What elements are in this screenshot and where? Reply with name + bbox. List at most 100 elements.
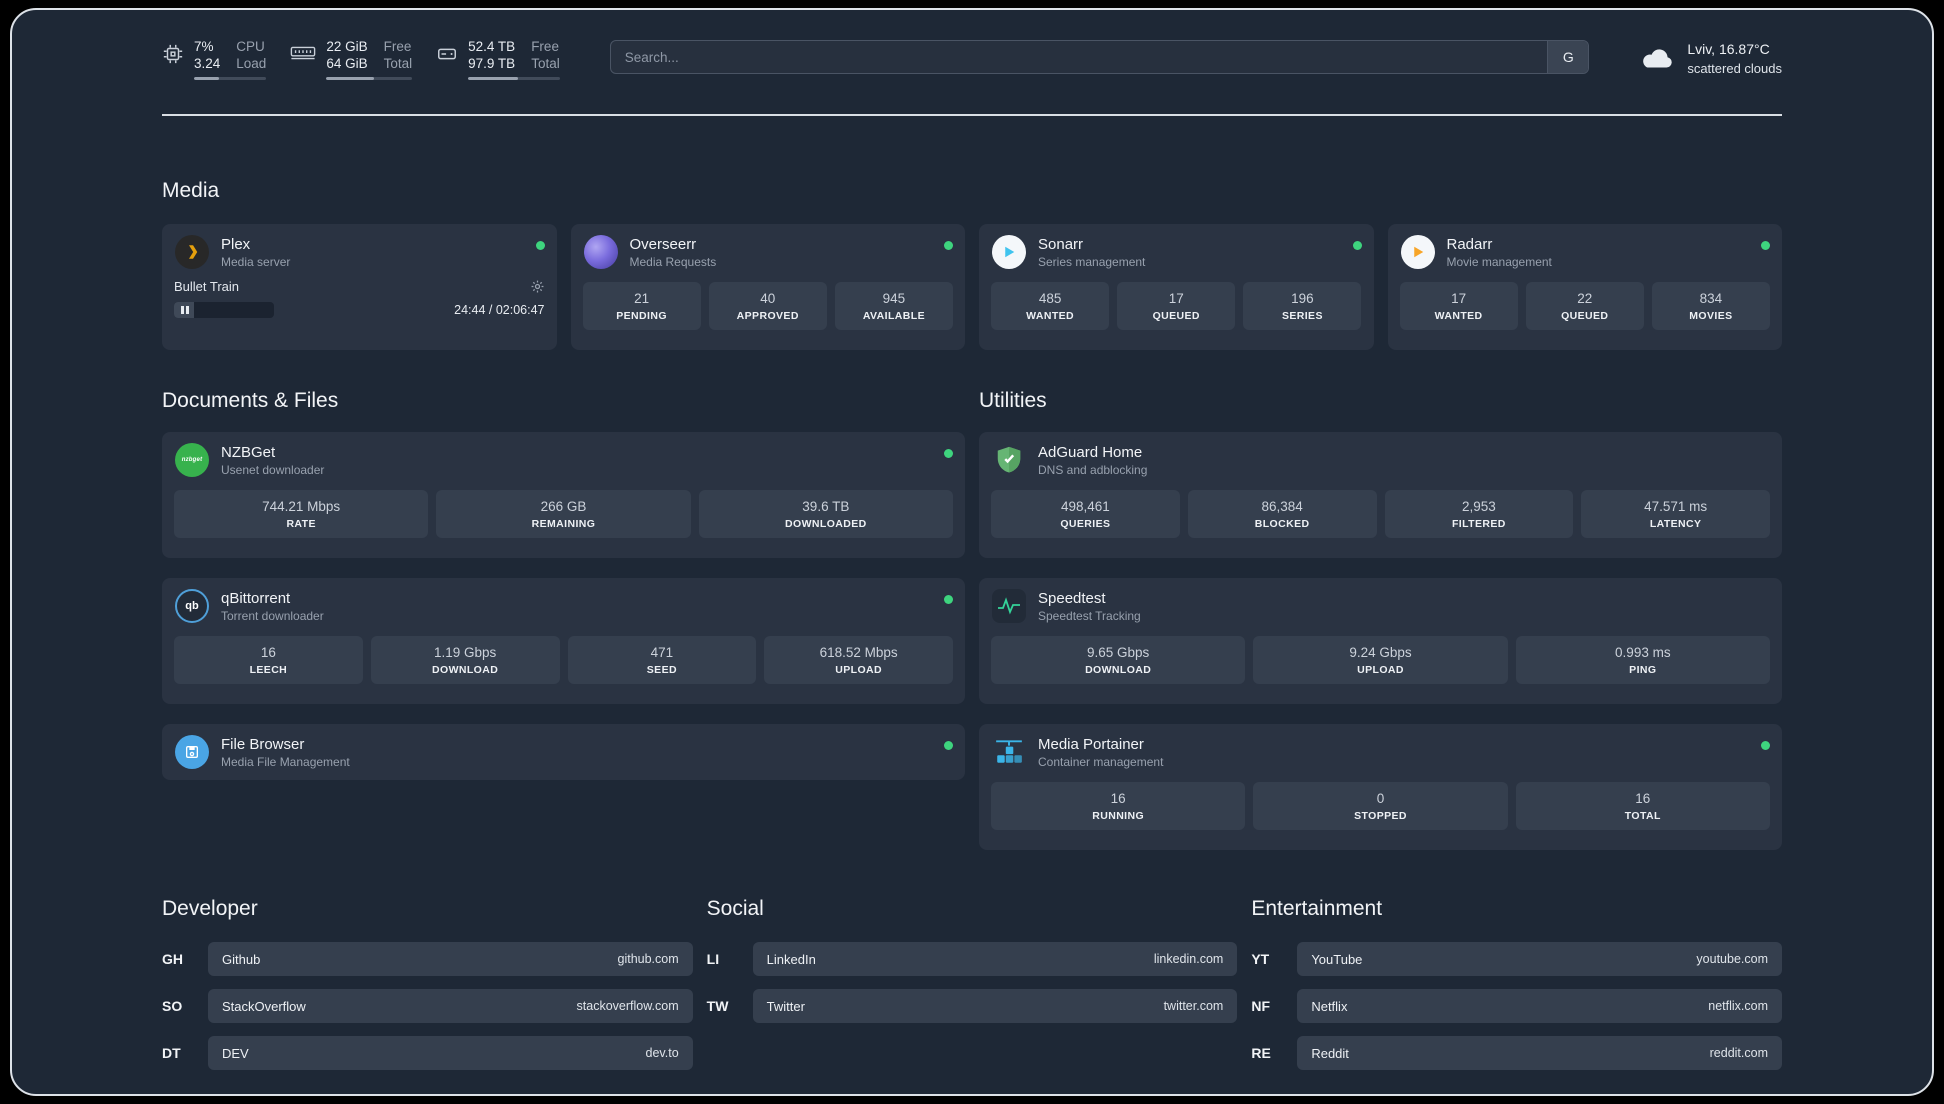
bookmark-link-twitter[interactable]: Twitter twitter.com: [752, 989, 1238, 1023]
section-title-social: Social: [706, 897, 764, 920]
cpu-icon: [162, 43, 184, 80]
disk-total-label: Total: [531, 56, 560, 71]
stat-ping: 0.993 ms PING: [1515, 636, 1770, 684]
cpu-load: 3.24: [194, 56, 221, 71]
documents-column: Documents & Files nzbget NZBGet Usenet d…: [162, 350, 965, 780]
stat-downloaded: 39.6 TB DOWNLOADED: [698, 490, 953, 538]
bookmark-linkedin: LI LinkedIn linkedin.com: [707, 942, 1238, 976]
status-dot: [1352, 241, 1362, 250]
search-provider-button[interactable]: G: [1547, 41, 1589, 73]
stat-stopped: 0 STOPPED: [1253, 782, 1508, 830]
playback-progress-bar[interactable]: [174, 302, 275, 318]
service-subtitle: Container management: [1038, 754, 1164, 769]
bookmark-abbr: TW: [706, 998, 729, 1014]
search-input[interactable]: [610, 41, 1548, 73]
bookmark-github: GH Github github.com: [162, 942, 693, 976]
cpu-bar: [194, 77, 267, 80]
bookmark-netflix: NF Netflix netflix.com: [1251, 989, 1782, 1023]
status-dot: [944, 595, 953, 604]
media-grid: Plex Media server Bullet Train 24:44 / 0…: [162, 224, 1782, 350]
service-card-speedtest[interactable]: Speedtest Speedtest Tracking 9.65 Gbps D…: [979, 578, 1782, 704]
service-card-plex[interactable]: Plex Media server Bullet Train 24:44 / 0…: [162, 224, 557, 350]
service-card-adguard[interactable]: AdGuard Home DNS and adblocking 498,461 …: [979, 432, 1782, 558]
section-title-utilities: Utilities: [979, 389, 1047, 412]
stat-blocked: 86,384 BLOCKED: [1187, 490, 1377, 538]
weather-location: Lviv, 16.87°C: [1687, 41, 1770, 57]
service-subtitle: Speedtest Tracking: [1038, 608, 1141, 623]
section-title-documents: Documents & Files: [162, 389, 339, 412]
service-card-nzbget[interactable]: nzbget NZBGet Usenet downloader 744.21 M…: [162, 432, 965, 558]
stat-pending: 21 PENDING: [582, 282, 701, 330]
status-dot: [1761, 741, 1770, 750]
service-card-qbittorrent[interactable]: qb qBittorrent Torrent downloader 16 LEE…: [162, 578, 965, 704]
stat-movies: 834 MOVIES: [1651, 282, 1770, 330]
cpu-widget: 7% 3.24 CPU Load: [162, 38, 267, 80]
bookmark-link-stackoverflow[interactable]: StackOverflow stackoverflow.com: [208, 989, 693, 1023]
bookmark-link-netflix[interactable]: Netflix netflix.com: [1297, 989, 1782, 1023]
service-card-portainer[interactable]: Media Portainer Container management 16 …: [979, 724, 1782, 850]
service-subtitle: Media File Management: [221, 754, 350, 769]
bookmark-abbr: SO: [162, 998, 183, 1014]
service-card-filebrowser[interactable]: File Browser Media File Management: [162, 724, 965, 780]
memory-bar: [326, 77, 413, 80]
stat-wanted: 485 WANTED: [991, 282, 1110, 330]
status-dot: [1761, 241, 1770, 250]
stat-approved: 40 APPROVED: [708, 282, 827, 330]
service-subtitle: Media server: [221, 254, 291, 269]
pause-icon[interactable]: [181, 302, 189, 318]
stat-available: 945 AVAILABLE: [834, 282, 953, 330]
bookmark-reddit: RE Reddit reddit.com: [1251, 1036, 1782, 1070]
qbittorrent-icon: qb: [174, 588, 210, 624]
dashboard-frame: 7% 3.24 CPU Load 22 GiB 64 GiB Free Tota…: [10, 8, 1934, 1096]
stat-rate: 744.21 Mbps RATE: [174, 490, 429, 538]
topbar: 7% 3.24 CPU Load 22 GiB 64 GiB Free Tota…: [12, 10, 1932, 80]
status-dot: [944, 241, 953, 250]
disk-free: 52.4 TB: [468, 39, 516, 54]
gear-icon[interactable]: [530, 279, 545, 294]
service-subtitle: Series management: [1038, 254, 1146, 269]
bookmark-link-youtube[interactable]: YouTube youtube.com: [1297, 942, 1782, 976]
bookmark-stackoverflow: SO StackOverflow stackoverflow.com: [162, 989, 693, 1023]
memory-free-label: Free: [383, 39, 412, 54]
stat-seed: 471 SEED: [567, 636, 757, 684]
bookmark-link-reddit[interactable]: Reddit reddit.com: [1297, 1036, 1782, 1070]
stat-leech: 16 LEECH: [174, 636, 363, 684]
service-subtitle: Media Requests: [629, 254, 717, 269]
bookmark-twitter: TW Twitter twitter.com: [707, 989, 1238, 1023]
stat-queued: 17 QUEUED: [1117, 282, 1236, 330]
section-title-entertainment: Entertainment: [1251, 897, 1383, 920]
status-dot: [535, 241, 545, 250]
bookmark-link-github[interactable]: Github github.com: [208, 942, 693, 976]
service-card-radarr[interactable]: Radarr Movie management 17 WANTED 22 QUE…: [1387, 224, 1782, 350]
service-subtitle: DNS and adblocking: [1038, 462, 1148, 477]
bookmark-abbr: RE: [1251, 1045, 1271, 1061]
status-dot: [944, 741, 953, 750]
filebrowser-icon: [174, 734, 210, 770]
bookmark-link-dev[interactable]: DEV dev.to: [208, 1036, 693, 1070]
service-card-overseerr[interactable]: Overseerr Media Requests 21 PENDING 40 A…: [570, 224, 965, 350]
disk-widget: 52.4 TB 97.9 TB Free Total: [436, 38, 560, 80]
nzbget-icon: nzbget: [174, 442, 210, 478]
topbar-divider: [162, 114, 1782, 116]
service-name: Overseerr: [629, 235, 697, 253]
service-name: Sonarr: [1038, 235, 1084, 253]
weather-widget: Lviv, 16.87°C scattered clouds: [1639, 40, 1782, 78]
service-card-sonarr[interactable]: Sonarr Series management 485 WANTED 17 Q…: [979, 224, 1374, 350]
stat-filtered: 2,953 FILTERED: [1384, 490, 1574, 538]
cpu-label: CPU: [236, 39, 265, 54]
sonarr-icon: [991, 234, 1027, 270]
memory-total-label: Total: [383, 56, 413, 71]
service-subtitle: Movie management: [1446, 254, 1552, 269]
service-subtitle: Usenet downloader: [221, 462, 325, 477]
bookmarks-social: Social LI LinkedIn linkedin.com TW Twitt…: [707, 896, 1238, 1083]
stat-upload: 9.24 Gbps UPLOAD: [1253, 636, 1508, 684]
stat-queries: 498,461 QUERIES: [991, 490, 1180, 538]
disk-bar: [468, 77, 560, 80]
adguard-icon: [991, 442, 1027, 478]
status-dot: [944, 449, 953, 458]
weather-condition: scattered clouds: [1687, 61, 1782, 76]
bookmark-abbr: GH: [162, 951, 183, 967]
bookmark-link-linkedin[interactable]: LinkedIn linkedin.com: [752, 942, 1238, 976]
disk-free-label: Free: [531, 39, 559, 54]
disk-total: 97.9 TB: [468, 56, 516, 71]
